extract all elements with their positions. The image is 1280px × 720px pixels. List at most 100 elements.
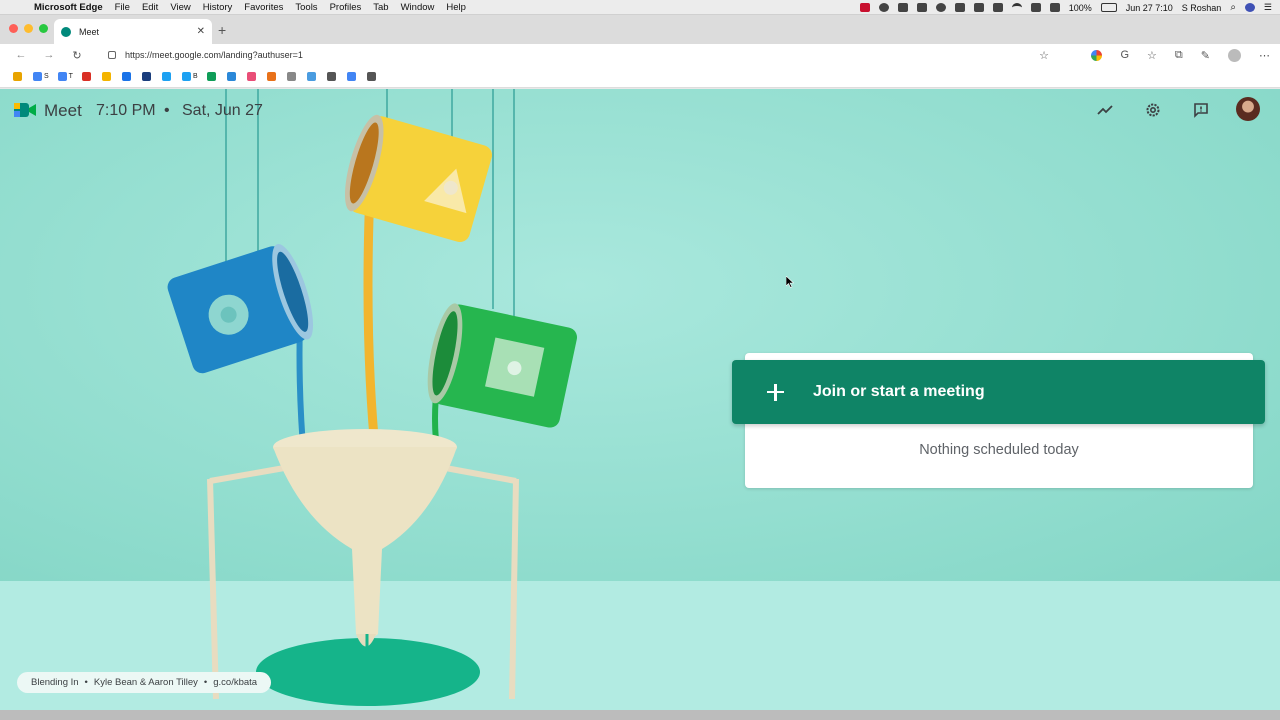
feedback-icon[interactable] (1192, 101, 1210, 119)
zoom-window-button[interactable] (39, 24, 48, 33)
meet-date: Sat, Jun 27 (182, 102, 263, 119)
favorite-item[interactable] (344, 66, 361, 88)
wifi-icon[interactable] (1011, 3, 1022, 12)
menu-view[interactable]: View (170, 2, 190, 13)
menu-history[interactable]: History (203, 2, 233, 13)
refresh-icon[interactable]: ↻ (70, 49, 84, 62)
folder-icon (13, 72, 22, 81)
tab-title: Meet (79, 26, 100, 37)
extension-color-icon[interactable] (1091, 49, 1103, 61)
tab-meet[interactable]: Meet ✕ (54, 19, 212, 44)
p-icon (141, 72, 151, 81)
favorite-item[interactable] (159, 66, 176, 88)
favorite-star-icon[interactable]: ☆ (1039, 49, 1049, 62)
bluetooth-icon[interactable] (1030, 3, 1041, 12)
status-area: 100% Jun 27 7:10 S Roshan ⌕ ☰ (859, 0, 1272, 15)
lock-icon[interactable] (108, 51, 116, 59)
menu-window[interactable]: Window (401, 2, 435, 13)
menu-help[interactable]: Help (446, 2, 466, 13)
gear-icon (286, 72, 296, 81)
sync-icon[interactable] (935, 3, 946, 12)
favorite-item[interactable] (364, 66, 381, 88)
close-tab-icon[interactable]: ✕ (197, 26, 205, 37)
twitter-icon (161, 72, 171, 81)
favorite-item[interactable] (304, 66, 321, 88)
back-icon[interactable]: ← (14, 49, 28, 61)
toolbar-right: G ☆ ⧉ ✎ ⋯ (1091, 44, 1270, 66)
credit-title: Blending In (31, 677, 79, 688)
favorite-item[interactable] (79, 66, 96, 88)
dock-strip (0, 710, 1280, 720)
menu-app-name[interactable]: Microsoft Edge (34, 2, 103, 13)
volume-icon[interactable] (1049, 3, 1060, 12)
settings-gear-icon[interactable] (1144, 101, 1162, 119)
favorite-item[interactable] (264, 66, 281, 88)
favorite-item[interactable]: T (55, 66, 76, 88)
menu-file[interactable]: File (115, 2, 130, 13)
control-center-icon[interactable]: ☰ (1264, 2, 1272, 13)
join-or-start-meeting-button[interactable]: Join or start a meeting (732, 360, 1265, 424)
menu-edit[interactable]: Edit (142, 2, 158, 13)
favorite-item[interactable] (99, 66, 116, 88)
menubar-datetime[interactable]: Jun 27 7:10 (1126, 3, 1173, 13)
menu-favorites[interactable]: Favorites (244, 2, 283, 13)
display-icon[interactable] (992, 3, 1003, 12)
tab-strip: Meet ✕ + (0, 15, 1280, 44)
account-avatar[interactable] (1236, 97, 1260, 121)
shield-icon[interactable] (954, 3, 965, 12)
url-text[interactable]: https://meet.google.com/landing?authuser… (125, 50, 303, 60)
meet-page: Meet 7:10 PM • Sat, Jun 27 Join or start… (0, 89, 1280, 710)
favorite-item[interactable] (10, 66, 27, 88)
favorites-list-icon[interactable]: ☆ (1147, 49, 1157, 62)
favorite-label: B (192, 73, 198, 80)
calendar-icon (121, 72, 131, 81)
favorite-label: T (68, 73, 73, 80)
profile-avatar-icon[interactable] (1228, 48, 1241, 62)
more-menu-icon[interactable]: ⋯ (1259, 49, 1270, 62)
favorite-item[interactable] (224, 66, 241, 88)
teams-icon (226, 72, 236, 81)
slides-icon (101, 72, 111, 81)
c-icon (266, 72, 276, 81)
close-window-button[interactable] (9, 24, 18, 33)
meet-title[interactable]: Meet (44, 101, 82, 121)
extension-grammarly-icon[interactable]: G (1120, 49, 1129, 61)
status-circle-icon[interactable] (878, 3, 889, 12)
favorite-item[interactable] (244, 66, 261, 88)
credit-separator: • (203, 677, 208, 688)
artwork-credit[interactable]: Blending In • Kyle Bean & Aaron Tilley •… (17, 672, 272, 693)
favorite-item[interactable] (204, 66, 221, 88)
favorite-item[interactable]: B (179, 66, 201, 88)
quality-graph-icon[interactable] (1096, 101, 1114, 119)
new-tab-button[interactable]: + (218, 22, 226, 38)
credit-link[interactable]: g.co/kbata (213, 677, 257, 688)
collections-icon[interactable]: ⧉ (1175, 49, 1183, 62)
favorite-item[interactable] (119, 66, 136, 88)
spotlight-icon[interactable]: ⌕ (1230, 2, 1236, 13)
favorite-item[interactable] (324, 66, 341, 88)
siri-icon[interactable] (1244, 3, 1255, 12)
m-icon[interactable] (973, 3, 984, 12)
favorite-item[interactable] (139, 66, 156, 88)
calendar-status-icon[interactable] (897, 3, 908, 12)
join-button-label: Join or start a meeting (813, 383, 985, 400)
minimize-window-button[interactable] (24, 24, 33, 33)
menu-tools[interactable]: Tools (295, 2, 317, 13)
menu-tab[interactable]: Tab (373, 2, 388, 13)
status-app-icon[interactable] (859, 3, 870, 12)
menu-profiles[interactable]: Profiles (330, 2, 362, 13)
forward-icon[interactable]: → (42, 49, 56, 61)
pen-icon[interactable]: ✎ (1201, 49, 1210, 62)
meet-logo-icon[interactable] (13, 99, 37, 121)
battery-percent: 100% (1068, 2, 1092, 13)
menubar-user[interactable]: S Roshan (1182, 3, 1222, 13)
dropbox-icon[interactable] (916, 3, 927, 12)
battery-icon[interactable] (1100, 3, 1117, 12)
credit-artists: Kyle Bean & Aaron Tilley (93, 677, 198, 688)
favorite-item[interactable] (284, 66, 301, 88)
pinwheel-icon (246, 72, 256, 81)
google-icon (346, 72, 356, 81)
url-field[interactable]: https://meet.google.com/landing?authuser… (100, 45, 1055, 65)
mouse-cursor-icon (786, 276, 794, 288)
favorite-item[interactable]: S (30, 66, 52, 88)
